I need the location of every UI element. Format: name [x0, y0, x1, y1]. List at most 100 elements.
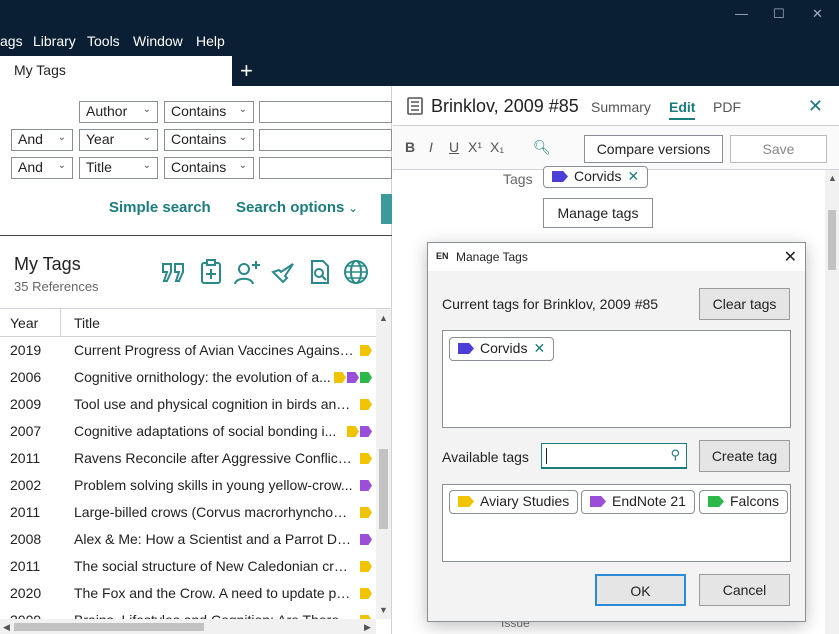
available-tag-aviary-studies[interactable]: Aviary Studies: [449, 490, 579, 514]
scroll-left-icon[interactable]: ◀: [3, 622, 10, 633]
simple-search-link[interactable]: Simple search: [109, 199, 211, 216]
column-header-year[interactable]: Year: [10, 315, 38, 331]
bold-button[interactable]: B: [405, 139, 415, 155]
clear-tags-button[interactable]: Clear tags: [699, 288, 790, 320]
menu-library[interactable]: Library: [33, 33, 76, 49]
chevron-down-icon: ⌄: [348, 203, 358, 215]
close-dialog-icon[interactable]: ✕: [784, 247, 797, 267]
remove-tag-icon[interactable]: ✕: [627, 168, 639, 184]
row-title: Cognitive adaptations of social bonding …: [74, 423, 337, 439]
search-panel: Author ⌄ Contains ⌄ And ⌄ Year ⌄ Contains ⌄ A…: [0, 86, 392, 236]
available-tag-falcons[interactable]: Falcons: [699, 490, 789, 514]
search-options-link[interactable]: Search options ⌄: [236, 199, 358, 216]
search-icon[interactable]: 🔍︎: [533, 139, 551, 156]
search-bool-dropdown-3[interactable]: And ⌄: [11, 157, 73, 179]
minimize-icon[interactable]: —: [735, 6, 748, 21]
maximize-icon[interactable]: ☐: [773, 6, 785, 22]
search-field-dropdown-3[interactable]: Title ⌄: [79, 157, 158, 179]
table-row[interactable]: 2007 Cognitive adaptations of social bond…: [0, 418, 376, 445]
vertical-scrollbar[interactable]: ▲ ▼: [376, 309, 391, 619]
menu-window[interactable]: Window: [133, 33, 183, 49]
underline-button[interactable]: U: [449, 139, 459, 155]
create-tag-button[interactable]: Create tag: [699, 440, 790, 472]
scroll-right-icon[interactable]: ▶: [364, 622, 371, 633]
row-year: 2011: [10, 558, 41, 574]
table-row[interactable]: 2006 Cognitive ornithology: the evolution…: [0, 364, 376, 391]
reference-title: Brinklov, 2009 #85: [431, 96, 579, 116]
find-pdf-icon[interactable]: [306, 258, 334, 286]
search-value-input-2[interactable]: [259, 129, 392, 151]
italic-button[interactable]: I: [429, 139, 433, 155]
table-row[interactable]: 2019 Current Progress of Avian Vaccines A…: [0, 337, 376, 364]
dialog-title-bar: EN Manage Tags ✕: [428, 243, 805, 271]
tag-search-input[interactable]: ⚲: [541, 443, 687, 469]
search-button[interactable]: [381, 194, 392, 224]
current-tag-corvids[interactable]: Corvids ✕: [449, 337, 555, 361]
tab-my-tags[interactable]: My Tags: [0, 56, 232, 86]
menu-help[interactable]: Help: [196, 33, 225, 49]
share-user-icon[interactable]: [233, 258, 261, 286]
table-row[interactable]: 2008 Alex & Me: How a Scientist and a Par…: [0, 526, 376, 553]
scroll-down-icon[interactable]: ▼: [379, 605, 388, 615]
subscript-button[interactable]: X₁: [490, 139, 504, 155]
scrollbar-thumb[interactable]: [828, 210, 836, 270]
menu-tools[interactable]: Tools: [87, 33, 120, 49]
row-year: 2011: [10, 504, 41, 520]
superscript-button[interactable]: X¹: [468, 139, 482, 155]
scrollbar-thumb[interactable]: [379, 449, 388, 529]
table-row[interactable]: 2009 Tool use and physical cognition in b…: [0, 391, 376, 418]
scrollbar-thumb[interactable]: [14, 623, 204, 631]
reference-scrollbar[interactable]: ▲: [825, 170, 839, 634]
quote-icon[interactable]: [160, 258, 188, 286]
export-arrow-icon[interactable]: [269, 258, 297, 286]
dropdown-label: Year: [86, 131, 115, 147]
tab-summary[interactable]: Summary: [591, 99, 651, 115]
search-op-dropdown-2[interactable]: Contains ⌄: [164, 129, 254, 151]
row-tags: [360, 588, 372, 599]
tag-name: EndNote 21: [612, 493, 686, 509]
chevron-down-icon: ⌄: [142, 104, 151, 115]
add-reference-icon[interactable]: [197, 258, 225, 286]
scroll-up-icon[interactable]: ▲: [828, 173, 837, 183]
search-value-input-1[interactable]: [259, 101, 392, 123]
available-tag-endnote-21[interactable]: EndNote 21: [581, 490, 695, 514]
search-field-dropdown-2[interactable]: Year ⌄: [79, 129, 158, 151]
dropdown-label: Contains: [171, 159, 227, 175]
ok-button[interactable]: OK: [595, 574, 686, 606]
tag-pill-corvids[interactable]: Corvids ✕: [543, 166, 649, 188]
table-row[interactable]: 2011 Large-billed crows (Corvus macrorhyn…: [0, 499, 376, 526]
available-tags-label: Available tags: [442, 449, 529, 465]
dropdown-label: Contains: [171, 131, 227, 147]
tab-edit[interactable]: Edit: [669, 99, 696, 120]
dropdown-label: Author: [86, 103, 128, 119]
online-search-globe-icon[interactable]: [342, 258, 370, 286]
compare-versions-button[interactable]: Compare versions: [584, 135, 723, 163]
remove-tag-icon[interactable]: ✕: [533, 340, 545, 356]
horizontal-scrollbar[interactable]: ◀ ▶: [0, 619, 376, 634]
column-header-title[interactable]: Title: [74, 315, 100, 331]
tab-pdf[interactable]: PDF: [713, 99, 741, 115]
add-tab-icon[interactable]: +: [240, 58, 253, 84]
table-row[interactable]: 2011 The social structure of New Caledoni…: [0, 553, 376, 580]
table-row[interactable]: 2020 The Fox and the Crow. A need to upda…: [0, 580, 376, 607]
save-button[interactable]: Save: [730, 135, 827, 163]
row-tags: [334, 372, 372, 383]
manage-tags-button[interactable]: Manage tags: [543, 198, 653, 228]
menu-bar: ags Library Tools Window Help: [0, 30, 839, 56]
scroll-up-icon[interactable]: ▲: [379, 313, 388, 323]
search-field-dropdown-1[interactable]: Author ⌄: [79, 101, 158, 123]
endnote-logo: EN: [436, 251, 449, 261]
menu-tags[interactable]: ags: [0, 33, 23, 49]
cancel-button[interactable]: Cancel: [699, 574, 790, 606]
row-tags: [360, 399, 372, 410]
manage-tags-dialog: EN Manage Tags ✕ Current tags for Brinkl…: [427, 242, 806, 622]
search-op-dropdown-3[interactable]: Contains ⌄: [164, 157, 254, 179]
close-window-icon[interactable]: ✕: [812, 6, 823, 22]
search-value-input-3[interactable]: [259, 157, 392, 179]
table-row[interactable]: 2011 Ravens Reconcile after Aggressive Co…: [0, 445, 376, 472]
search-op-dropdown-1[interactable]: Contains ⌄: [164, 101, 254, 123]
search-bool-dropdown-2[interactable]: And ⌄: [11, 129, 73, 151]
close-reference-icon[interactable]: ✕: [808, 96, 823, 117]
table-row[interactable]: 2002 Problem solving skills in young yell…: [0, 472, 376, 499]
column-divider[interactable]: [60, 309, 61, 337]
